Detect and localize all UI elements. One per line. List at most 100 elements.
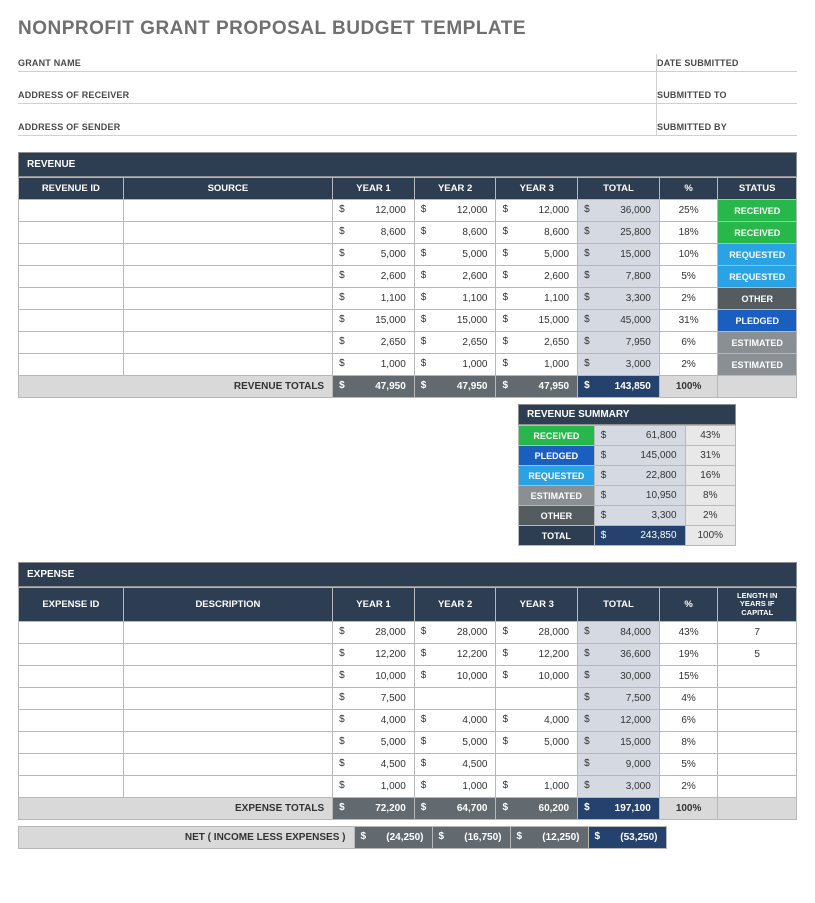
money-cell[interactable]: $2,650: [496, 332, 578, 354]
money-cell[interactable]: $3,000: [578, 354, 660, 376]
money-cell[interactable]: $4,000: [414, 709, 496, 731]
revenue-id-cell[interactable]: [19, 332, 124, 354]
money-cell[interactable]: $12,000: [496, 200, 578, 222]
money-cell[interactable]: $8,600: [496, 222, 578, 244]
status-badge[interactable]: PLEDGED: [718, 310, 797, 332]
money-cell[interactable]: $60,200: [496, 797, 578, 819]
money-cell[interactable]: $5,000: [414, 731, 496, 753]
money-cell[interactable]: $(16,750): [432, 826, 510, 848]
money-cell[interactable]: $28,000: [333, 621, 415, 643]
money-cell[interactable]: $15,000: [496, 310, 578, 332]
money-cell[interactable]: $197,100: [578, 797, 660, 819]
money-cell[interactable]: $10,000: [496, 665, 578, 687]
money-cell[interactable]: $1,000: [414, 354, 496, 376]
money-cell[interactable]: $2,600: [414, 266, 496, 288]
money-cell[interactable]: $30,000: [578, 665, 660, 687]
money-cell[interactable]: [496, 687, 578, 709]
money-cell[interactable]: $36,000: [578, 200, 660, 222]
description-cell[interactable]: [123, 709, 332, 731]
source-cell[interactable]: [123, 332, 332, 354]
money-cell[interactable]: $8,600: [333, 222, 415, 244]
money-cell[interactable]: $12,200: [333, 643, 415, 665]
money-cell[interactable]: $12,200: [414, 643, 496, 665]
revenue-id-cell[interactable]: [19, 222, 124, 244]
money-cell[interactable]: $1,000: [414, 775, 496, 797]
status-badge[interactable]: ESTIMATED: [718, 354, 797, 376]
status-badge[interactable]: RECEIVED: [718, 222, 797, 244]
length-cell[interactable]: [718, 753, 797, 775]
source-cell[interactable]: [123, 354, 332, 376]
description-cell[interactable]: [123, 753, 332, 775]
money-cell[interactable]: $1,000: [333, 775, 415, 797]
money-cell[interactable]: $12,000: [578, 709, 660, 731]
money-cell[interactable]: $2,650: [414, 332, 496, 354]
money-cell[interactable]: $2,600: [496, 266, 578, 288]
money-cell[interactable]: $45,000: [578, 310, 660, 332]
money-cell[interactable]: $4,500: [414, 753, 496, 775]
status-badge[interactable]: OTHER: [718, 288, 797, 310]
revenue-id-cell[interactable]: [19, 310, 124, 332]
money-cell[interactable]: $28,000: [414, 621, 496, 643]
description-cell[interactable]: [123, 687, 332, 709]
money-cell[interactable]: $1,000: [496, 354, 578, 376]
revenue-id-cell[interactable]: [19, 266, 124, 288]
money-cell[interactable]: $15,000: [578, 731, 660, 753]
money-cell[interactable]: $47,950: [333, 376, 415, 398]
money-cell[interactable]: $5,000: [496, 731, 578, 753]
length-cell[interactable]: 7: [718, 621, 797, 643]
description-cell[interactable]: [123, 731, 332, 753]
money-cell[interactable]: $5,000: [333, 731, 415, 753]
status-badge[interactable]: ESTIMATED: [718, 332, 797, 354]
length-cell[interactable]: 5: [718, 643, 797, 665]
money-cell[interactable]: $2,600: [333, 266, 415, 288]
length-cell[interactable]: [718, 665, 797, 687]
money-cell[interactable]: $47,950: [414, 376, 496, 398]
money-cell[interactable]: $5,000: [496, 244, 578, 266]
description-cell[interactable]: [123, 775, 332, 797]
expense-id-cell[interactable]: [19, 643, 124, 665]
money-cell[interactable]: $36,600: [578, 643, 660, 665]
status-badge[interactable]: RECEIVED: [718, 200, 797, 222]
money-cell[interactable]: $12,000: [414, 200, 496, 222]
money-cell[interactable]: $(53,250): [588, 826, 666, 848]
source-cell[interactable]: [123, 244, 332, 266]
money-cell[interactable]: [496, 753, 578, 775]
money-cell[interactable]: $64,700: [414, 797, 496, 819]
money-cell[interactable]: $1,100: [333, 288, 415, 310]
money-cell[interactable]: $1,000: [496, 775, 578, 797]
money-cell[interactable]: $2,650: [333, 332, 415, 354]
money-cell[interactable]: $3,300: [578, 288, 660, 310]
money-cell[interactable]: $4,000: [496, 709, 578, 731]
money-cell[interactable]: $8,600: [414, 222, 496, 244]
money-cell[interactable]: $7,950: [578, 332, 660, 354]
status-badge[interactable]: REQUESTED: [718, 244, 797, 266]
length-cell[interactable]: [718, 687, 797, 709]
money-cell[interactable]: $47,950: [496, 376, 578, 398]
expense-id-cell[interactable]: [19, 621, 124, 643]
description-cell[interactable]: [123, 665, 332, 687]
money-cell[interactable]: $1,100: [496, 288, 578, 310]
source-cell[interactable]: [123, 222, 332, 244]
expense-id-cell[interactable]: [19, 687, 124, 709]
revenue-id-cell[interactable]: [19, 354, 124, 376]
expense-id-cell[interactable]: [19, 731, 124, 753]
money-cell[interactable]: $5,000: [414, 244, 496, 266]
money-cell[interactable]: $(24,250): [354, 826, 432, 848]
length-cell[interactable]: [718, 709, 797, 731]
money-cell[interactable]: $4,500: [333, 753, 415, 775]
money-cell[interactable]: [414, 687, 496, 709]
revenue-id-cell[interactable]: [19, 288, 124, 310]
money-cell[interactable]: $72,200: [333, 797, 415, 819]
money-cell[interactable]: $7,500: [578, 687, 660, 709]
length-cell[interactable]: [718, 775, 797, 797]
money-cell[interactable]: $4,000: [333, 709, 415, 731]
money-cell[interactable]: $7,800: [578, 266, 660, 288]
source-cell[interactable]: [123, 200, 332, 222]
length-cell[interactable]: [718, 731, 797, 753]
description-cell[interactable]: [123, 621, 332, 643]
status-badge[interactable]: REQUESTED: [718, 266, 797, 288]
money-cell[interactable]: $5,000: [333, 244, 415, 266]
money-cell[interactable]: $(12,250): [510, 826, 588, 848]
source-cell[interactable]: [123, 310, 332, 332]
expense-id-cell[interactable]: [19, 753, 124, 775]
